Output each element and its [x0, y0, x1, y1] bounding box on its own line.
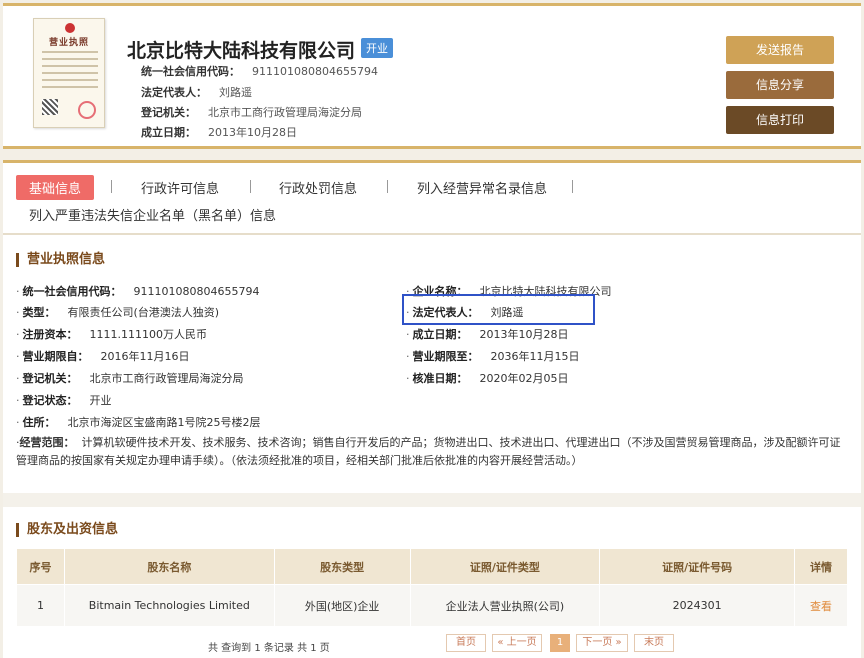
company-header-card: 营业执照 北京比特大陆科技有限公司 开业 统一社会信用代码： 9111010808…: [3, 3, 861, 149]
shareholder-table: 序号 股东名称 股东类型 证照/证件类型 证照/证件号码 详情 1 Bitmai…: [16, 548, 848, 627]
company-name: 北京比特大陆科技有限公司: [127, 40, 356, 62]
field-establish-date: · 成立日期： 2013年10月28日: [406, 328, 569, 341]
view-detail-link[interactable]: 查看: [794, 584, 848, 627]
table-header-row: 序号 股东名称 股东类型 证照/证件类型 证照/证件号码 详情: [16, 548, 848, 585]
cell-index: 1: [16, 584, 65, 627]
field-registration-status: · 登记状态： 开业: [16, 394, 112, 407]
header-legal-rep: 法定代表人： 刘路遥: [141, 86, 252, 99]
field-address: · 住所： 北京市海淀区宝盛南路1号院25号楼2层: [16, 416, 261, 429]
header-credit-code: 统一社会信用代码： 911101080804655794: [141, 65, 378, 78]
field-term-to: · 营业期限至： 2036年11月15日: [406, 350, 580, 363]
pagination-summary: 共 查询到 1 条记录 共 1 页: [208, 643, 330, 654]
col-shareholder-name: 股东名称: [63, 548, 275, 585]
field-credit-code: · 统一社会信用代码： 911101080804655794: [16, 285, 260, 298]
cell-shareholder-name: Bitmain Technologies Limited: [63, 584, 275, 627]
main-content-card: 基础信息 行政许可信息 行政处罚信息 列入经营异常名录信息 列入严重违法失信企业…: [3, 160, 861, 658]
col-detail: 详情: [794, 548, 848, 585]
tab-abnormal-list[interactable]: 列入经营异常名录信息: [417, 178, 547, 197]
field-approval-date: · 核准日期： 2020年02月05日: [406, 372, 569, 385]
tab-separator: [387, 180, 388, 193]
print-info-button[interactable]: 信息打印: [726, 106, 834, 134]
col-index: 序号: [16, 548, 65, 585]
section-separator: [3, 493, 861, 507]
national-emblem-icon: [65, 23, 75, 33]
header-registration-authority: 登记机关： 北京市工商行政管理局海淀分局: [141, 106, 362, 119]
tab-basic-info[interactable]: 基础信息: [16, 175, 95, 200]
status-badge: 开业: [361, 38, 393, 58]
qr-code-icon: [42, 99, 58, 115]
license-section-title: 营业执照信息: [16, 253, 105, 267]
field-registered-capital: · 注册资本： 1111.111100万人民币: [16, 328, 207, 341]
business-license-thumbnail[interactable]: 营业执照: [33, 18, 105, 128]
cell-cert-number: 2024301: [599, 584, 796, 627]
legal-rep-highlight-box: [402, 294, 595, 325]
tab-separator: [111, 180, 112, 193]
business-scope: ·经营范围： 计算机软硬件技术开发、技术服务、技术咨询；销售自行开发后的产品；货…: [16, 436, 841, 467]
send-report-button[interactable]: 发送报告: [726, 36, 834, 64]
tab-separator: [572, 180, 573, 193]
col-shareholder-type: 股东类型: [273, 548, 411, 585]
shareholder-section-title: 股东及出资信息: [16, 523, 118, 537]
business-scope-text: 计算机软硬件技术开发、技术服务、技术咨询；销售自行开发后的产品；货物进出口、技术…: [16, 436, 841, 467]
tabs-divider: [3, 233, 861, 235]
license-text-lines: [42, 51, 98, 93]
last-page-button[interactable]: 末页: [634, 634, 674, 652]
tab-separator: [250, 180, 251, 193]
official-seal-icon: [78, 101, 96, 119]
next-page-button[interactable]: 下一页 »: [576, 634, 628, 652]
share-info-button[interactable]: 信息分享: [726, 71, 834, 99]
field-type: · 类型： 有限责任公司(台港澳法人独资): [16, 306, 220, 319]
license-thumb-title: 营业执照: [48, 38, 89, 48]
col-cert-type: 证照/证件类型: [409, 548, 601, 585]
tab-blacklist[interactable]: 列入严重违法失信企业名单（黑名单）信息: [29, 205, 276, 224]
field-term-from: · 营业期限自： 2016年11月16日: [16, 350, 190, 363]
table-row: 1 Bitmain Technologies Limited 外国(地区)企业 …: [16, 584, 848, 627]
header-establish-date: 成立日期： 2013年10月28日: [141, 126, 297, 139]
field-registration-authority: · 登记机关： 北京市工商行政管理局海淀分局: [16, 372, 244, 385]
cell-shareholder-type: 外国(地区)企业: [273, 584, 411, 627]
current-page-button[interactable]: 1: [550, 634, 570, 652]
col-cert-number: 证照/证件号码: [599, 548, 796, 585]
prev-page-button[interactable]: « 上一页: [492, 634, 542, 652]
tab-admin-license[interactable]: 行政许可信息: [141, 178, 219, 197]
cell-cert-type: 企业法人营业执照(公司): [409, 584, 601, 627]
first-page-button[interactable]: 首页: [446, 634, 486, 652]
tab-admin-penalty[interactable]: 行政处罚信息: [279, 178, 357, 197]
